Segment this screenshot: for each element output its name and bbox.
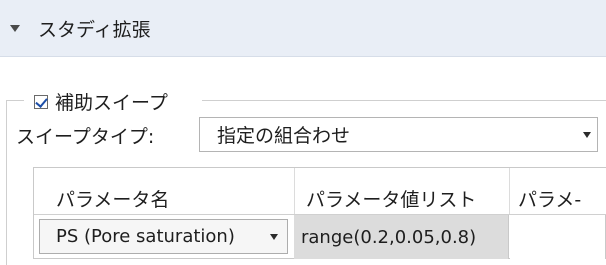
- parameter-name-select[interactable]: PS (Pore saturation): [39, 219, 288, 254]
- table-row-parameter-cell: PS (Pore saturation): [34, 215, 295, 259]
- parameter-unit-cell[interactable]: [510, 215, 606, 259]
- checkmark-icon: [35, 94, 48, 108]
- column-header-label: パラメ-: [518, 188, 582, 211]
- group-border-left: [6, 100, 24, 101]
- group-border-top: [202, 100, 606, 101]
- section-title: スタディ拡張: [38, 18, 151, 41]
- sweep-type-select[interactable]: 指定の組合わせ: [199, 117, 598, 152]
- column-header-truncated[interactable]: パラメ-: [510, 168, 606, 214]
- parameter-values-cell[interactable]: range(0.2,0.05,0.8): [295, 215, 509, 259]
- chevron-down-icon[interactable]: [270, 234, 278, 240]
- column-header-parameter-values[interactable]: パラメータ値リスト: [295, 168, 510, 214]
- column-header-label: パラメータ値リスト: [306, 188, 477, 211]
- chevron-down-icon[interactable]: [583, 132, 591, 138]
- aux-sweep-checkbox[interactable]: [34, 94, 48, 109]
- group-border-vertical: [6, 100, 7, 265]
- sweep-type-label: スイープタイプ:: [16, 126, 155, 148]
- collapse-triangle-icon[interactable]: [10, 24, 20, 32]
- sweep-type-value: 指定の組合わせ: [217, 125, 351, 147]
- parameter-table: ▸▸ パラメータ名 パラメータ値リスト パラメ- PS (Pore satura…: [33, 167, 606, 259]
- column-header-label: パラメータ名: [56, 188, 170, 211]
- study-extensions-header[interactable]: スタディ拡張: [0, 0, 606, 57]
- parameter-values-text: range(0.2,0.05,0.8): [301, 226, 477, 248]
- aux-sweep-label[interactable]: 補助スイープ: [55, 88, 168, 115]
- aux-sweep-checkbox-row[interactable]: 補助スイープ: [34, 88, 168, 115]
- parameter-name-value: PS (Pore saturation): [56, 226, 235, 247]
- column-header-parameter-name[interactable]: パラメータ名: [34, 168, 295, 214]
